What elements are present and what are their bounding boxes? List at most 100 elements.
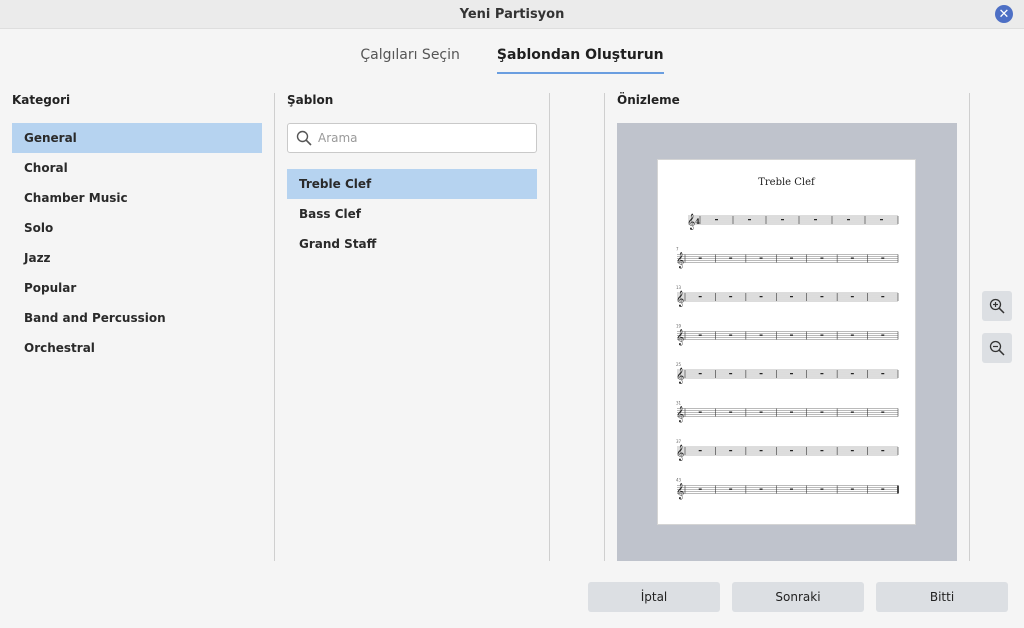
whole-rest: [814, 219, 817, 221]
divider: [969, 93, 970, 561]
whole-rest: [759, 296, 763, 298]
treble-clef-icon: 𝄞: [676, 330, 684, 346]
whole-rest: [881, 373, 885, 375]
whole-rest: [820, 411, 824, 413]
whole-rest: [850, 488, 854, 490]
whole-rest: [698, 450, 702, 452]
zoom-in-button[interactable]: [982, 291, 1012, 321]
whole-rest: [781, 219, 784, 221]
tab-bar: Çalgıları Seçin Şablondan Oluşturun: [0, 44, 1024, 74]
whole-rest: [715, 219, 718, 221]
category-heading: Kategori: [12, 93, 71, 107]
cancel-button[interactable]: İptal: [588, 582, 720, 612]
whole-rest: [698, 373, 702, 375]
whole-rest: [881, 450, 885, 452]
preview-heading: Önizleme: [617, 93, 680, 107]
treble-clef-icon: 𝄞: [676, 484, 684, 500]
whole-rest: [850, 296, 854, 298]
divider: [549, 93, 550, 561]
whole-rest: [790, 257, 793, 259]
whole-rest: [850, 411, 854, 413]
whole-rest: [881, 488, 885, 490]
whole-rest: [850, 373, 854, 375]
whole-rest: [820, 296, 824, 298]
category-item[interactable]: Choral: [12, 153, 262, 183]
whole-rest: [759, 450, 763, 452]
whole-rest: [729, 257, 733, 259]
search-box[interactable]: [287, 123, 537, 153]
search-input[interactable]: [318, 131, 518, 145]
whole-rest: [790, 296, 793, 298]
template-list: Treble Clef Bass Clef Grand Staff: [287, 169, 537, 259]
whole-rest: [790, 488, 793, 490]
zoom-in-icon: [989, 298, 1005, 314]
category-item[interactable]: Jazz: [12, 243, 262, 273]
whole-rest: [881, 257, 885, 259]
category-item[interactable]: Popular: [12, 273, 262, 303]
category-list: General Choral Chamber Music Solo Jazz Popula…: [12, 123, 262, 363]
measure-number: 25: [676, 362, 682, 367]
tab-choose-instruments[interactable]: Çalgıları Seçin: [360, 44, 460, 74]
whole-rest: [729, 334, 733, 336]
whole-rest: [850, 334, 854, 336]
template-item[interactable]: Treble Clef: [287, 169, 537, 199]
divider: [274, 93, 275, 561]
treble-clef-icon: 𝄞: [676, 368, 684, 384]
whole-rest: [729, 373, 733, 375]
divider: [604, 93, 605, 561]
finish-button[interactable]: Bitti: [876, 582, 1008, 612]
whole-rest: [881, 334, 885, 336]
category-item[interactable]: Solo: [12, 213, 262, 243]
treble-clef-icon: 𝄞: [676, 291, 684, 307]
next-button[interactable]: Sonraki: [732, 582, 864, 612]
whole-rest: [790, 450, 793, 452]
whole-rest: [790, 334, 793, 336]
whole-rest: [820, 334, 824, 336]
measure-number: 7: [676, 247, 679, 252]
preview-area[interactable]: Treble Clef 𝄞 4 𝄞 7 𝄞 13 𝄞 19 𝄞 25 𝄞 31 𝄞 37 𝄞 43: [617, 123, 957, 561]
zoom-out-icon: [989, 340, 1005, 356]
whole-rest: [729, 488, 733, 490]
whole-rest: [698, 411, 702, 413]
zoom-out-button[interactable]: [982, 333, 1012, 363]
template-heading: Şablon: [287, 93, 334, 107]
whole-rest: [759, 334, 763, 336]
score-page: Treble Clef 𝄞 4 𝄞 7 𝄞 13 𝄞 19 𝄞 25 𝄞 31 𝄞 37 𝄞 43: [657, 159, 916, 525]
whole-rest: [698, 334, 702, 336]
whole-rest: [759, 488, 763, 490]
whole-rest: [820, 373, 824, 375]
template-item[interactable]: Grand Staff: [287, 229, 537, 259]
whole-rest: [759, 257, 763, 259]
tab-create-from-template[interactable]: Şablondan Oluşturun: [496, 44, 664, 74]
template-item[interactable]: Bass Clef: [287, 199, 537, 229]
whole-rest: [850, 450, 854, 452]
treble-clef-icon: 𝄞: [676, 407, 684, 423]
category-item[interactable]: Chamber Music: [12, 183, 262, 213]
measure-number: 31: [676, 401, 682, 406]
whole-rest: [881, 411, 885, 413]
measure-number: 43: [676, 478, 682, 483]
whole-rest: [881, 296, 885, 298]
category-item[interactable]: Orchestral: [12, 333, 262, 363]
treble-clef-icon: 𝄞: [676, 253, 684, 269]
whole-rest: [698, 257, 702, 259]
whole-rest: [748, 219, 751, 221]
close-icon[interactable]: ✕: [995, 5, 1013, 23]
search-icon: [296, 130, 312, 146]
whole-rest: [880, 219, 883, 221]
category-item[interactable]: General: [12, 123, 262, 153]
treble-clef-icon: 𝄞: [676, 445, 684, 461]
whole-rest: [790, 411, 793, 413]
category-item[interactable]: Band and Percussion: [12, 303, 262, 333]
measure-number: 13: [676, 285, 682, 290]
whole-rest: [698, 488, 702, 490]
whole-rest: [759, 411, 763, 413]
whole-rest: [820, 257, 824, 259]
time-signature: 4: [695, 217, 700, 226]
whole-rest: [847, 219, 850, 221]
measure-number: 19: [676, 324, 682, 329]
score-staves: 𝄞 4𝄞7𝄞13𝄞19𝄞25𝄞31𝄞37𝄞43: [676, 214, 899, 500]
whole-rest: [729, 450, 733, 452]
title-bar: Yeni Partisyon ✕: [0, 0, 1024, 29]
whole-rest: [729, 296, 733, 298]
